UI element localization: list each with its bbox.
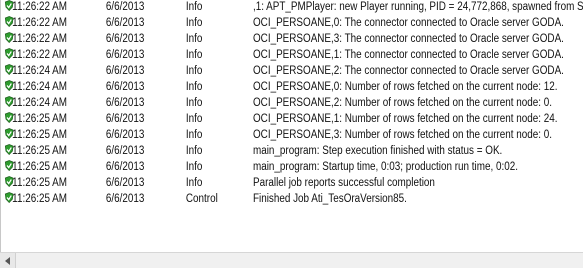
log-time: 11:26:22 AM [12, 33, 67, 45]
log-time: 11:26:25 AM [12, 177, 67, 189]
log-type: Info [185, 65, 203, 77]
log-message: Finished Job Ati_TesOraVersion85. [252, 193, 407, 205]
log-time: 11:26:25 AM [12, 129, 67, 141]
log-type: Info [185, 97, 203, 109]
log-message: OCI_PERSOANE,2: The connector connected … [252, 65, 564, 77]
log-time: 11:26:24 AM [12, 97, 67, 109]
log-row[interactable]: 11:26:25 AM 6/6/2013 Info Parallel job repo… [1, 175, 502, 191]
log-row[interactable]: 11:26:25 AM 6/6/2013 Info OCI_PERSOANE,3: N… [1, 127, 552, 143]
log-message: OCI_PERSOANE,3: Number of rows fetched o… [252, 129, 553, 141]
log-type: Info [185, 81, 203, 93]
log-time: 11:26:22 AM [12, 17, 67, 29]
log-time: 11:26:25 AM [12, 193, 67, 205]
log-time: 11:26:25 AM [12, 161, 67, 173]
log-time: 11:26:25 AM [12, 145, 67, 157]
log-type: Info [185, 113, 203, 125]
log-type: Control [185, 193, 218, 205]
log-message: OCI_PERSOANE,3: The connector connected … [252, 33, 564, 45]
log-row[interactable]: 11:26:24 AM 6/6/2013 Info OCI_PERSOANE,2: N… [1, 95, 552, 111]
log-time: 11:26:22 AM [12, 49, 67, 61]
log-time: 11:26:25 AM [12, 113, 67, 125]
log-message: OCI_PERSOANE,1: The connector connected … [252, 49, 564, 61]
horizontal-scrollbar[interactable] [0, 252, 583, 268]
log-row[interactable]: 11:26:25 AM 6/6/2013 Info main_program: Sta… [1, 159, 518, 175]
log-row[interactable]: 11:26:22 AM 6/6/2013 Info OCI_PERSOANE,3: T… [1, 31, 564, 47]
log-row[interactable]: 11:26:25 AM 6/6/2013 Info OCI_PERSOANE,1: N… [1, 111, 558, 127]
log-type: Info [185, 145, 203, 157]
log-type: Info [185, 33, 203, 45]
log-date: 6/6/2013 [105, 81, 145, 93]
log-date: 6/6/2013 [105, 65, 145, 77]
log-row[interactable]: 11:26:24 AM 6/6/2013 Info OCI_PERSOANE,0: N… [1, 79, 558, 95]
log-type: Info [185, 49, 203, 61]
log-type: Info [185, 161, 203, 173]
log-message: main_program: Step execution finished wi… [252, 145, 503, 157]
arrow-left-icon [5, 257, 10, 265]
log-row[interactable]: 11:26:25 AM 6/6/2013 Control Finished Job A… [1, 191, 502, 207]
log-date: 6/6/2013 [105, 113, 145, 125]
log-type: Info [185, 129, 203, 141]
job-log-list: 11:26:22 AM 6/6/2013 Info ,1: APT_PMPlayer:… [0, 0, 583, 252]
log-date: 6/6/2013 [105, 161, 145, 173]
log-time: 11:26:22 AM [12, 1, 67, 13]
log-message: OCI_PERSOANE,0: The connector connected … [252, 17, 564, 29]
log-message: OCI_PERSOANE,0: Number of rows fetched o… [252, 81, 558, 93]
log-time: 11:26:24 AM [12, 81, 67, 93]
log-time: 11:26:24 AM [12, 65, 67, 77]
log-date: 6/6/2013 [105, 145, 145, 157]
log-date: 6/6/2013 [105, 49, 145, 61]
log-row[interactable]: 11:26:24 AM 6/6/2013 Info OCI_PERSOANE,2: T… [1, 63, 564, 79]
log-row[interactable]: 11:26:22 AM 6/6/2013 Info OCI_PERSOANE,1: T… [1, 47, 564, 63]
scroll-left-button[interactable] [0, 253, 16, 268]
log-date: 6/6/2013 [105, 1, 145, 13]
log-type: Info [185, 177, 203, 189]
log-message: ,1: APT_PMPlayer: new Player running, PI… [252, 1, 583, 13]
log-type: Info [185, 1, 203, 13]
log-row[interactable]: 11:26:22 AM 6/6/2013 Info OCI_PERSOANE,0: T… [1, 15, 564, 31]
log-row[interactable]: 11:26:25 AM 6/6/2013 Info main_program: Ste… [1, 143, 502, 159]
log-message: main_program: Startup time, 0:03; produc… [252, 161, 518, 173]
log-date: 6/6/2013 [105, 97, 145, 109]
log-message: Parallel job reports successful completi… [252, 177, 435, 189]
log-date: 6/6/2013 [105, 129, 145, 141]
log-message: OCI_PERSOANE,1: Number of rows fetched o… [252, 113, 558, 125]
log-date: 6/6/2013 [105, 193, 145, 205]
log-message: OCI_PERSOANE,2: Number of rows fetched o… [252, 97, 553, 109]
log-type: Info [185, 17, 203, 29]
log-date: 6/6/2013 [105, 177, 145, 189]
log-date: 6/6/2013 [105, 33, 145, 45]
log-row[interactable]: 11:26:22 AM 6/6/2013 Info ,1: APT_PMPlayer:… [1, 0, 583, 15]
log-date: 6/6/2013 [105, 17, 145, 29]
